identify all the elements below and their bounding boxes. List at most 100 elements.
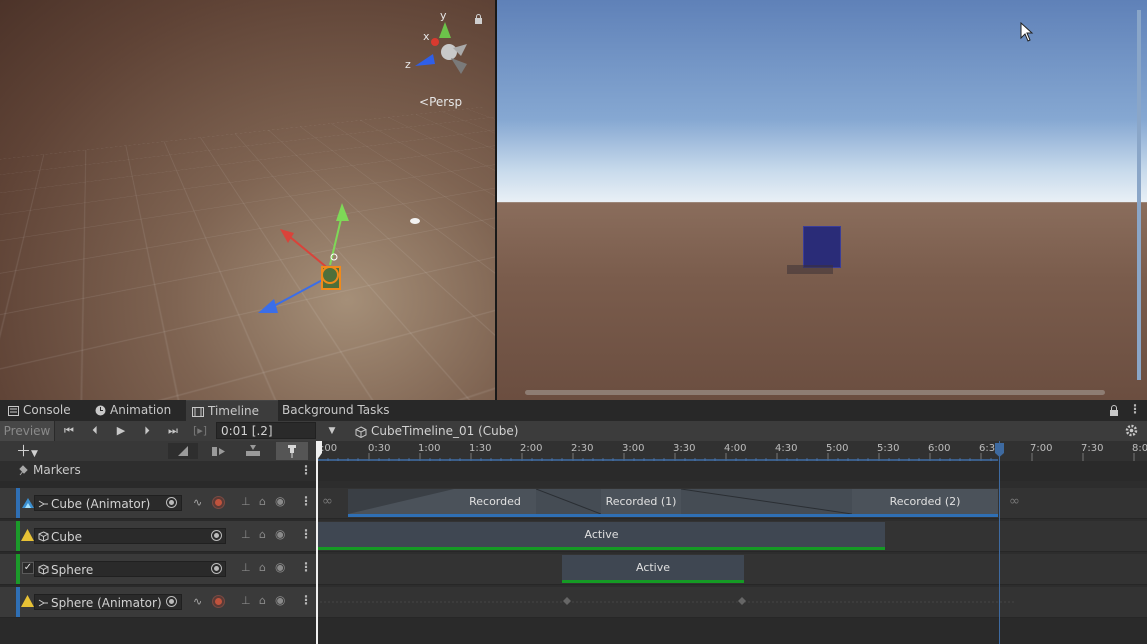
markers-row[interactable]: Markers ⋮ — [0, 461, 316, 481]
record-button-icon[interactable] — [212, 595, 225, 608]
recorded-clip-blend-2[interactable] — [680, 488, 853, 517]
track-list-panel: ＋▼ Markers ⋮ Cube (Animator) ∿ ⊥ ⌂ ◉ ⋮ C… — [0, 441, 316, 644]
time-ruler[interactable]: :00 0:30 1:00 1:30 2:00 2:30 3:00 3:30 4… — [316, 441, 1147, 462]
lane-cube-activation[interactable]: Active — [316, 521, 1147, 552]
track-lock-icon[interactable]: ⌂ — [259, 594, 266, 607]
lane-sphere-animator[interactable] — [316, 587, 1147, 618]
recorded-clip-gap[interactable] — [348, 489, 454, 517]
timeline-selector-dropdown-icon[interactable]: ▼ — [320, 422, 344, 440]
object-picker-icon[interactable] — [166, 497, 177, 508]
sphere-active-clip[interactable]: Active — [562, 555, 744, 583]
gizmo-z-label: z — [405, 58, 411, 71]
track-visibility-eye-icon[interactable]: ◉ — [275, 494, 285, 508]
play-icon[interactable]: ▶ — [109, 422, 133, 440]
tab-timeline[interactable]: Timeline — [186, 400, 278, 422]
object-picker-icon[interactable] — [166, 596, 177, 607]
lane-sphere-activation[interactable]: Active — [316, 554, 1147, 585]
track-visibility-eye-icon[interactable]: ◉ — [275, 560, 285, 574]
settings-gear-icon[interactable] — [1125, 424, 1138, 437]
recorded-clip-blend[interactable] — [535, 488, 602, 517]
move-tool-gizmo[interactable] — [250, 195, 360, 325]
track-cube-animator[interactable]: Cube (Animator) ∿ ⊥ ⌂ ◉ ⋮ — [0, 488, 316, 519]
previous-frame-icon[interactable]: ⏴ — [83, 422, 107, 440]
game-view[interactable] — [497, 0, 1147, 400]
ruler-label: 5:00 — [826, 443, 849, 454]
timeline-end-marker-icon[interactable] — [995, 443, 1004, 457]
track-pin-icon[interactable]: ⊥ — [241, 528, 251, 541]
projection-label: Persp — [429, 95, 463, 109]
snap-pin-button[interactable] — [276, 442, 308, 460]
activation-checkbox[interactable]: ✓ — [22, 562, 34, 574]
clip-edit-mode-mix-icon[interactable] — [168, 443, 198, 459]
record-button-icon[interactable] — [212, 496, 225, 509]
track-lock-icon[interactable]: ⌂ — [259, 528, 266, 541]
lock-icon[interactable] — [474, 14, 483, 24]
curves-toggle-icon[interactable]: ∿ — [193, 496, 202, 509]
gizmo-y-label: y — [440, 9, 447, 22]
track-pin-icon[interactable]: ⊥ — [241, 495, 251, 508]
playhead-handle-icon[interactable] — [316, 441, 323, 459]
track-pin-icon[interactable]: ⊥ — [241, 594, 251, 607]
clip-edit-mode-ripple-icon[interactable] — [203, 443, 233, 459]
go-to-end-icon[interactable]: ⏭ — [161, 422, 185, 440]
cube-shadow — [787, 265, 833, 274]
tab-animation-label: Animation — [110, 403, 172, 417]
track-menu-icon[interactable]: ⋮ — [300, 593, 312, 607]
track-color-bar — [16, 488, 20, 518]
lane-cube-animator[interactable]: ∞ Recorded Recorded (1) Recorded (2) ∞ — [316, 488, 1147, 519]
track-pin-icon[interactable]: ⊥ — [241, 561, 251, 574]
track-binding-field[interactable]: Sphere (Animator) — [34, 594, 182, 610]
track-sphere-activation[interactable]: ✓ Sphere ⊥ ⌂ ◉ ⋮ — [0, 554, 316, 585]
track-menu-icon[interactable]: ⋮ — [300, 494, 312, 508]
play-range-icon[interactable]: [▸] — [188, 422, 212, 440]
animation-clock-icon — [95, 405, 106, 416]
object-picker-icon[interactable] — [211, 530, 222, 541]
ruler-label: 7:00 — [1030, 443, 1053, 454]
track-header-toolbar: ＋▼ — [0, 441, 316, 461]
current-time-field[interactable]: 0:01 [.2] — [216, 422, 316, 439]
recorded-clip-2[interactable]: Recorded (2) — [852, 489, 998, 517]
go-to-start-icon[interactable]: ⏮ — [57, 422, 81, 440]
preview-button[interactable]: Preview — [0, 421, 55, 441]
track-binding-field[interactable]: Cube (Animator) — [34, 495, 182, 511]
track-binding-field[interactable]: Sphere — [34, 561, 226, 577]
ruler-label: 7:30 — [1081, 443, 1104, 454]
timeline-clips-area[interactable]: :00 0:30 1:00 1:30 2:00 2:30 3:00 3:30 4… — [316, 441, 1147, 644]
recorded-clip[interactable]: Recorded — [454, 489, 536, 517]
next-frame-icon[interactable]: ⏵ — [135, 422, 159, 440]
add-track-button[interactable]: ＋▼ — [16, 441, 50, 461]
game-vertical-scrollbar[interactable] — [1137, 10, 1141, 380]
object-picker-icon[interactable] — [211, 563, 222, 574]
markers-label: Markers — [33, 463, 81, 477]
track-visibility-eye-icon[interactable]: ◉ — [275, 527, 285, 541]
timeline-end-line[interactable] — [999, 441, 1000, 644]
track-sphere-animator[interactable]: Sphere (Animator) ∿ ⊥ ⌂ ◉ ⋮ — [0, 587, 316, 618]
track-name: Cube — [51, 530, 82, 544]
track-visibility-eye-icon[interactable]: ◉ — [275, 593, 285, 607]
clip-edit-mode-replace-icon[interactable] — [238, 443, 268, 459]
projection-toggle[interactable]: <Persp — [419, 95, 462, 109]
clip-label: Active — [635, 561, 671, 574]
track-lock-icon[interactable]: ⌂ — [259, 561, 266, 574]
markers-lane[interactable] — [316, 461, 1147, 481]
track-lock-icon[interactable]: ⌂ — [259, 495, 266, 508]
curves-toggle-icon[interactable]: ∿ — [193, 595, 202, 608]
tab-animation[interactable]: Animation — [89, 400, 177, 421]
recorded-clip-1[interactable]: Recorded (1) — [601, 489, 681, 517]
panel-menu-icon[interactable]: ⋮ — [1129, 402, 1141, 416]
track-menu-icon[interactable]: ⋮ — [300, 560, 312, 574]
playhead-line[interactable] — [316, 441, 318, 644]
tab-background-tasks[interactable]: Background Tasks — [276, 400, 396, 421]
game-scrollbar[interactable] — [525, 390, 1105, 395]
markers-menu-icon[interactable]: ⋮ — [300, 463, 312, 477]
track-cube-activation[interactable]: Cube ⊥ ⌂ ◉ ⋮ — [0, 521, 316, 552]
orientation-gizmo[interactable]: y x z — [405, 8, 480, 83]
tab-console[interactable]: Console — [2, 400, 77, 421]
cube-active-clip[interactable]: Active — [318, 522, 885, 550]
scene-view[interactable]: y x z <Persp — [0, 0, 496, 400]
track-binding-field[interactable]: Cube — [34, 528, 226, 544]
timeline-asset-label[interactable]: CubeTimeline_01 (Cube) — [355, 421, 518, 441]
track-menu-icon[interactable]: ⋮ — [300, 527, 312, 541]
timeline-empty-area[interactable] — [316, 618, 1147, 644]
panel-lock-icon[interactable] — [1109, 405, 1119, 416]
